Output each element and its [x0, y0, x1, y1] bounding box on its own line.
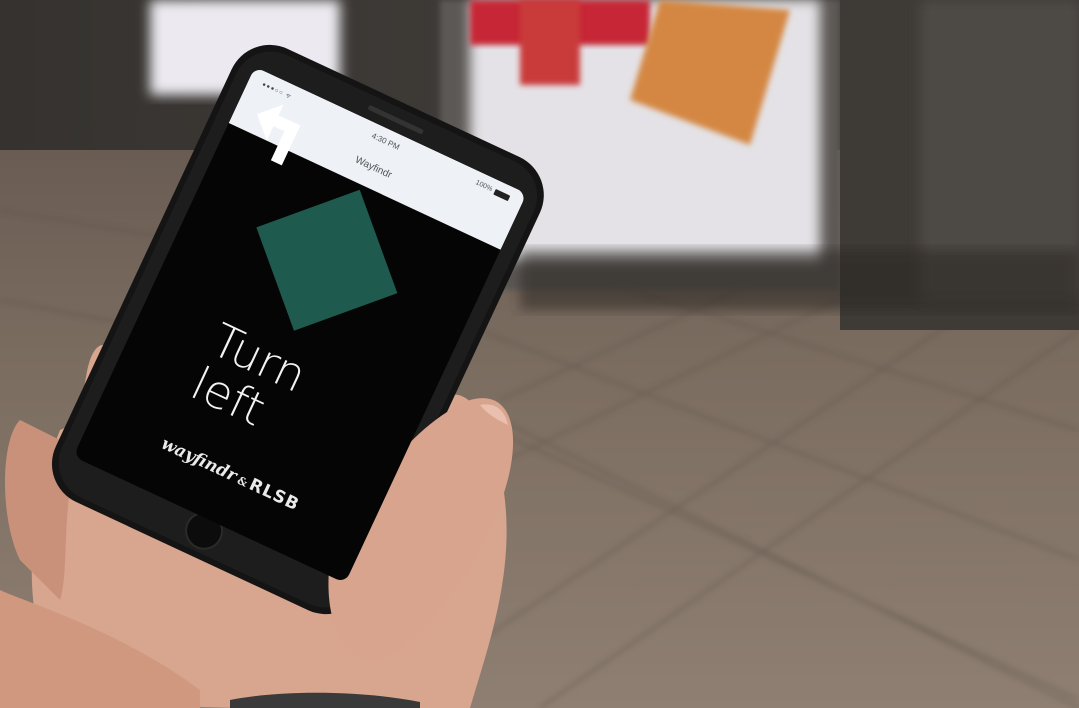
wayfindr-logo: wayfindr [157, 433, 240, 487]
battery-icon [493, 188, 511, 201]
rlsb-logo: RLSB [245, 474, 303, 516]
photo-scene: ●●●○○ ᯤ 4:30 PM 100% Wayfindr Turn left … [0, 0, 1079, 708]
instruction-text: Turn left [183, 313, 388, 478]
direction-diamond [256, 189, 398, 331]
